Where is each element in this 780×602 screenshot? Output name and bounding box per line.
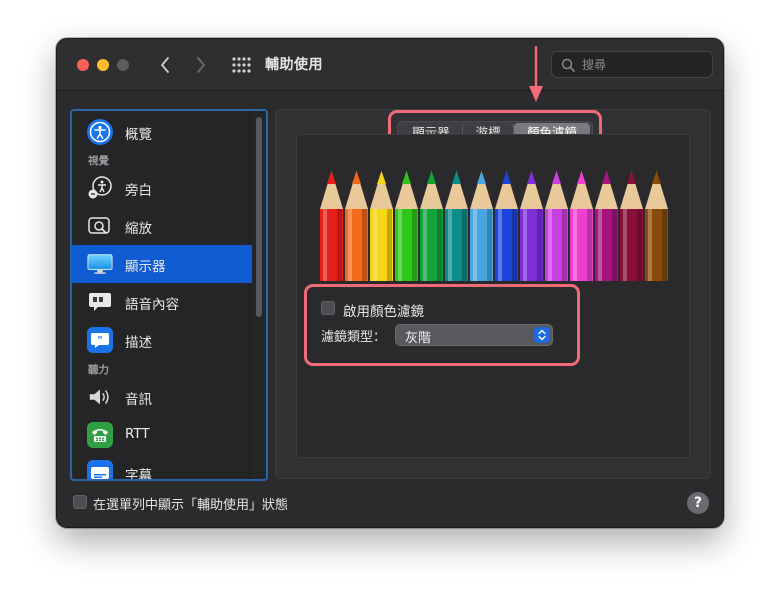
sidebar-item-spoken-content[interactable]: 語音內容	[72, 283, 252, 321]
sidebar-item-overview[interactable]: 概覽	[72, 113, 252, 151]
pencil	[445, 171, 468, 281]
main-panel: 顯示器 游標 顏色濾鏡 啟用顏色濾鏡 濾鏡類型： 灰階	[275, 109, 711, 479]
grid-icon	[232, 57, 251, 73]
enable-color-filters-label: 啟用顏色濾鏡	[343, 304, 424, 320]
sidebar-item-label: 概覽	[125, 127, 152, 143]
filter-type-label: 濾鏡類型：	[321, 330, 387, 345]
pencil	[395, 171, 418, 281]
forward-button[interactable]	[189, 53, 213, 77]
sidebar-section-hearing: 聽力	[88, 364, 109, 376]
rtt-phone-icon	[87, 422, 113, 448]
pencil	[345, 171, 368, 281]
search-input[interactable]	[580, 55, 708, 75]
sidebar-item-label: 音訊	[125, 392, 152, 408]
filter-type-value: 灰階	[405, 331, 432, 346]
sidebar-item-voiceover[interactable]: 旁白	[72, 169, 252, 207]
sidebar: 概覽 視覺 旁白 縮放 顯示器 語音內容 " 描述 聽力 音訊 RTT 字幕	[70, 109, 268, 481]
search-field[interactable]	[551, 51, 713, 78]
speaker-icon	[87, 384, 113, 410]
colored-pencils-illustration	[320, 171, 668, 281]
sidebar-item-label: RTT	[125, 426, 150, 442]
captions-icon	[87, 460, 113, 479]
svg-text:": "	[97, 335, 102, 346]
pencil	[595, 171, 618, 281]
pencil	[320, 171, 343, 281]
descriptions-icon: "	[87, 327, 113, 353]
pencil	[570, 171, 593, 281]
show-in-menu-bar-label: 在選單列中顯示「輔助使用」狀態	[93, 498, 289, 513]
pencil	[645, 171, 668, 281]
help-button[interactable]: ?	[687, 492, 709, 514]
chevron-right-icon	[197, 57, 205, 73]
pencil	[520, 171, 543, 281]
show-all-button[interactable]	[231, 56, 251, 74]
sidebar-scrollbar[interactable]	[256, 117, 262, 317]
sidebar-section-vision: 視覺	[88, 155, 109, 167]
pencil	[370, 171, 393, 281]
annotation-arrow-icon	[529, 46, 543, 102]
pencil	[620, 171, 643, 281]
sidebar-item-zoom[interactable]: 縮放	[72, 207, 252, 245]
speech-bubble-icon	[87, 289, 113, 315]
sidebar-item-label: 旁白	[125, 183, 152, 199]
close-window-button[interactable]	[77, 59, 89, 71]
display-icon	[87, 251, 113, 277]
pencil	[420, 171, 443, 281]
sidebar-item-label: 顯示器	[125, 259, 166, 275]
sidebar-item-display[interactable]: 顯示器	[72, 245, 252, 283]
pencil	[470, 171, 493, 281]
sidebar-item-descriptions[interactable]: " 描述	[72, 321, 252, 359]
search-icon	[561, 58, 575, 72]
pencil	[545, 171, 568, 281]
zoom-icon	[87, 213, 113, 239]
back-button[interactable]	[153, 53, 177, 77]
chevron-left-icon	[161, 57, 169, 73]
show-in-menu-bar-checkbox[interactable]	[73, 495, 87, 509]
voiceover-icon	[87, 175, 113, 201]
pencil	[495, 171, 518, 281]
sidebar-item-label: 描述	[125, 335, 152, 351]
sidebar-item-label: 字幕	[125, 468, 152, 481]
sidebar-item-captions[interactable]: 字幕	[72, 454, 252, 481]
color-filters-pane: 啟用顏色濾鏡 濾鏡類型： 灰階	[296, 134, 690, 458]
updown-chevron-icon	[534, 327, 550, 343]
sidebar-item-audio[interactable]: 音訊	[72, 378, 252, 416]
sidebar-item-label: 縮放	[125, 221, 152, 237]
title-bar: 輔助使用	[57, 39, 723, 91]
preferences-window: 輔助使用 概覽 視覺	[56, 38, 724, 528]
sidebar-item-rtt[interactable]: RTT	[72, 416, 252, 454]
accessibility-icon	[87, 119, 113, 145]
window-title: 輔助使用	[265, 57, 323, 73]
zoom-window-button[interactable]	[117, 59, 129, 71]
sidebar-item-label: 語音內容	[125, 297, 179, 313]
minimize-window-button[interactable]	[97, 59, 109, 71]
enable-color-filters-checkbox[interactable]	[321, 301, 335, 315]
filter-type-select[interactable]: 灰階	[395, 324, 553, 346]
